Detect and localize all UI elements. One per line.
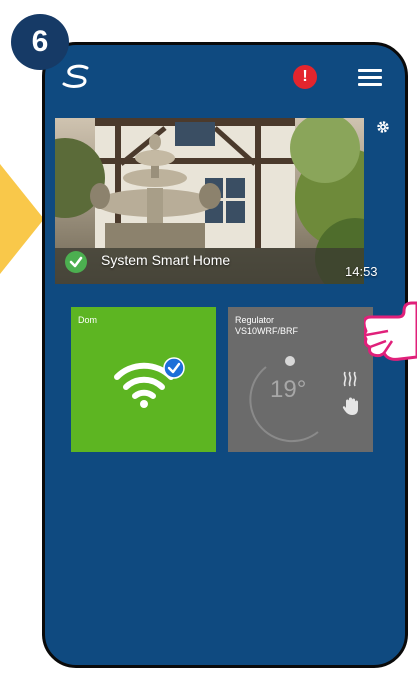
alert-icon[interactable]: ! xyxy=(293,65,317,89)
regulator-model: VS10WRF/BRF xyxy=(235,326,299,336)
regulator-name: Regulator xyxy=(235,315,275,325)
tile-dom-label: Dom xyxy=(78,315,98,325)
heating-icon xyxy=(343,371,357,387)
tile-dom[interactable]: Dom xyxy=(71,307,216,452)
alert-symbol: ! xyxy=(302,68,308,85)
regulator-temperature: 19° xyxy=(270,376,307,403)
check-circle-icon xyxy=(65,251,87,273)
gear-icon[interactable] xyxy=(376,120,390,134)
pointing-hand-icon xyxy=(364,301,417,361)
step-number: 6 xyxy=(31,25,49,58)
yellow-arrow-icon xyxy=(0,164,44,274)
tile-regulator-label: Regulator VS10WRF/BRF xyxy=(235,315,298,337)
phone-screen: ! System Smart Home 14:53 Dom Regulator … xyxy=(42,42,408,668)
step-number-badge: 6 xyxy=(11,14,69,70)
home-name: System Smart Home xyxy=(101,252,231,268)
tile-regulator[interactable]: Regulator VS10WRF/BRF 19° xyxy=(228,307,373,452)
hamburger-menu-icon[interactable] xyxy=(358,69,382,87)
top-bar: ! xyxy=(45,45,405,109)
swirl-logo-icon[interactable] xyxy=(59,63,95,91)
home-time: 14:53 xyxy=(345,264,378,279)
manual-hand-icon xyxy=(342,397,358,415)
check-badge-icon xyxy=(163,357,185,379)
